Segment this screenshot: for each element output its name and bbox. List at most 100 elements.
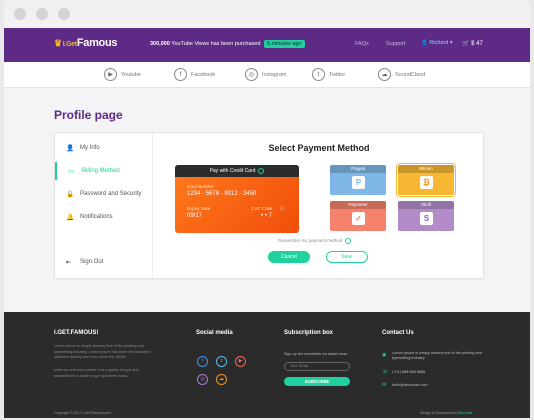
card-number-value[interactable]: 1234 - 5678 - 9012 - 3450 — [187, 191, 256, 197]
window-dot[interactable] — [14, 8, 26, 20]
cvc-value[interactable]: • • 7 — [261, 213, 272, 219]
method-label: Skrill — [398, 201, 454, 209]
skrill-option[interactable]: Skrill S — [398, 201, 454, 231]
purchase-notice: 300,000 YouTube Views has been purchased… — [150, 40, 305, 48]
footer-subscription-title: Subscription box — [284, 330, 334, 336]
social-nav: ▶ Youtube f Facebook ◎ Instagram t Twitter ☁… — [4, 62, 530, 88]
copyright: Copyright © 2017 I.Get.Famous.com — [54, 411, 112, 415]
subscription-text: Sign up the newsletter for latest news — [284, 352, 348, 356]
credit-card-header-label: Pay with Credit Card — [209, 168, 256, 174]
footer-social-title: Social media — [196, 330, 233, 336]
social-instagram[interactable]: ◎ Instagram — [245, 68, 286, 81]
sidebar-item-label: My Info — [80, 145, 100, 151]
cart-value: $ 47 — [471, 41, 483, 47]
location-icon: ◉ — [382, 352, 387, 358]
sidebar-item-notifications[interactable]: 🔔 Notifications — [55, 208, 153, 226]
sidebar-item-label: Billing Method — [82, 168, 120, 174]
top-navbar: ♛I.GetFamous 300,000 YouTube Views has b… — [4, 28, 530, 62]
footer-about: Lorem Ipsum is simply dummy text of the … — [54, 344, 151, 359]
twitter-icon: t — [312, 68, 325, 81]
footer-brand: I.GET.FAMOUS! — [54, 330, 99, 336]
subscribe-button[interactable]: SUBSCRIBE — [284, 377, 350, 386]
notice-time-badge: 5 minutes ago — [263, 40, 305, 48]
crown-icon: ♛ — [54, 38, 62, 48]
site-logo[interactable]: ♛I.GetFamous — [54, 37, 118, 49]
sidebar-item-security[interactable]: 🔒 Password and Security — [55, 185, 153, 203]
bitcoin-option[interactable]: Bitcoin ₿ — [396, 163, 456, 197]
card-number-label: Card Number — [187, 184, 215, 189]
cart-icon: 🛒 — [462, 41, 470, 47]
social-label: Youtube — [121, 71, 141, 78]
social-twitter[interactable]: t Twitter — [312, 68, 345, 81]
notice-text: YouTube Views has been purchased — [171, 41, 261, 47]
payment-title: Select Payment Method — [268, 143, 370, 153]
instagram-icon: ◎ — [245, 68, 258, 81]
chevron-down-icon: ▾ — [449, 40, 453, 46]
credit-card-icon: ▭ — [68, 168, 75, 175]
footer: I.GET.FAMOUS! Lorem Ipsum is simply dumm… — [4, 312, 530, 418]
user-name: Richard — [429, 40, 449, 46]
check-circle-icon — [345, 238, 352, 244]
credit-card-option[interactable]: Pay with Credit Card Card Number 1234 - … — [175, 165, 299, 233]
soundcloud-icon[interactable]: ☁ — [216, 374, 227, 385]
window-dot[interactable] — [58, 8, 70, 20]
social-label: Twitter — [329, 71, 346, 78]
cancel-button[interactable]: Cancel — [268, 251, 310, 263]
social-label: SoundCloud — [395, 71, 426, 78]
contact-phone: (+01) 888 888 8888 — [392, 370, 426, 374]
footer-contact-title: Contact Us — [382, 330, 414, 336]
expiry-value[interactable]: 09/17 — [187, 213, 202, 219]
remember-checkbox[interactable]: Remember my payment method — [278, 238, 352, 244]
profile-card: 👤 My Info ▭ Billing Method 🔒 Password and S… — [54, 132, 484, 279]
youtube-icon: ▶ — [104, 68, 117, 81]
sidebar-item-my-info[interactable]: 👤 My Info — [55, 139, 153, 157]
bell-icon: 🔔 — [66, 214, 75, 221]
credit-label: Design & Development — [420, 411, 456, 415]
paypal-option[interactable]: Paypal P — [330, 165, 386, 195]
profile-sidebar: 👤 My Info ▭ Billing Method 🔒 Password and S… — [55, 133, 153, 278]
check-circle-icon — [258, 167, 265, 174]
method-label: Payoneer — [330, 201, 386, 209]
credit: Design & Development DeluCode — [420, 411, 472, 415]
soundcloud-icon: ☁ — [378, 68, 391, 81]
credit-name[interactable]: DeluCode — [457, 411, 473, 415]
cart-button[interactable]: 🛒 $ 47 — [462, 40, 483, 47]
social-soundcloud[interactable]: ☁ SoundCloud — [378, 68, 425, 81]
twitter-icon[interactable]: t — [216, 356, 227, 367]
paypal-icon: P — [352, 176, 365, 189]
remember-label: Remember my payment method — [278, 238, 343, 244]
window-dot[interactable] — [36, 8, 48, 20]
payoneer-option[interactable]: Payoneer ✓ — [330, 201, 386, 231]
footer-about: when an unknown printer took a galley of… — [54, 368, 139, 378]
sidebar-item-label: Password and Security — [80, 191, 142, 197]
user-icon: 👤 — [66, 145, 75, 152]
main-content: Profile page 👤 My Info ▭ Billing Method 🔒 P… — [4, 88, 530, 312]
support-link[interactable]: Support — [386, 41, 405, 47]
cvc-label: CVC Code — [251, 206, 273, 211]
social-label: Facebook — [191, 71, 216, 78]
phone-icon: ☏ — [382, 369, 389, 375]
facebook-icon: f — [174, 68, 187, 81]
browser-window: ♛I.GetFamous 300,000 YouTube Views has b… — [4, 0, 530, 418]
social-youtube[interactable]: ▶ Youtube — [104, 68, 141, 81]
sign-out-icon: ⇤ — [66, 259, 72, 266]
sign-out-button[interactable]: ⇤ Sign Out — [55, 253, 153, 271]
instagram-icon[interactable]: ◎ — [197, 374, 208, 385]
sidebar-item-billing[interactable]: ▭ Billing Method — [55, 162, 153, 180]
user-menu[interactable]: 👤 Richard ▾ — [421, 40, 453, 46]
page-title: Profile page — [54, 108, 123, 122]
lock-icon: 🔒 — [66, 191, 75, 198]
save-button[interactable]: Save — [326, 251, 368, 263]
youtube-icon[interactable]: ▶ — [235, 356, 246, 367]
payment-section: Select Payment Method Pay with Credit Ca… — [154, 133, 484, 278]
faqs-link[interactable]: FAQs — [355, 41, 369, 47]
facebook-icon[interactable]: f — [197, 356, 208, 367]
window-chrome — [4, 0, 530, 28]
subscribe-email-input[interactable]: Your Email — [284, 362, 350, 371]
info-icon: ⓘ — [280, 206, 285, 211]
logo-prefix: I.Get — [62, 41, 77, 48]
bitcoin-icon: ₿ — [420, 176, 433, 189]
contact-email[interactable]: hello@delucode.com — [392, 383, 428, 388]
sidebar-item-label: Notifications — [80, 214, 113, 220]
social-facebook[interactable]: f Facebook — [174, 68, 215, 81]
